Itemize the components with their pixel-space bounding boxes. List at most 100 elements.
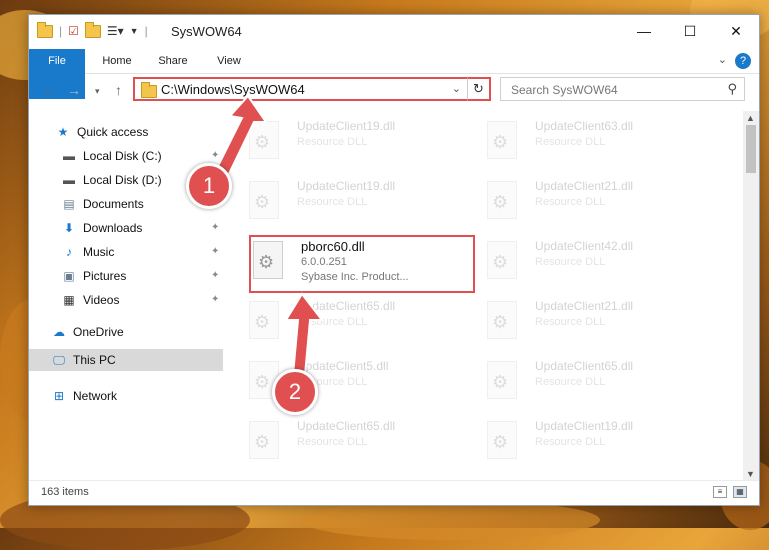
- sidebar-item-quick-access[interactable]: ★ Quick access: [55, 121, 149, 143]
- sidebar-item-pictures[interactable]: ▣ Pictures ✦: [61, 265, 241, 287]
- properties-icon[interactable]: ☑: [68, 24, 79, 38]
- list-item[interactable]: ⚙ UpdateClient65.dll Resource DLL: [249, 419, 479, 469]
- sidebar-item-label: Downloads: [83, 221, 143, 235]
- recent-locations-icon[interactable]: ▾: [95, 86, 100, 97]
- customize-toolbar-icon[interactable]: ☰▾: [107, 24, 124, 38]
- file-name: UpdateClient42.dll: [535, 239, 634, 253]
- sidebar-item-this-pc[interactable]: 🖵 This PC: [29, 349, 223, 371]
- sidebar-item-onedrive[interactable]: ☁ OneDrive: [51, 321, 124, 343]
- file-name: UpdateClient65.dll: [297, 419, 396, 433]
- documents-icon: ▤: [63, 197, 75, 211]
- file-name: UpdateClient19.dll: [535, 419, 634, 433]
- chevron-down-icon[interactable]: ⌄: [452, 82, 461, 95]
- large-icons-view-icon[interactable]: ▦: [733, 486, 747, 498]
- file-name: UpdateClient21.dll: [535, 179, 634, 193]
- navigation-bar: ← → ▾ ↑ C:\Windows\SysWOW64 ⌄ ↻ ⚲: [29, 74, 759, 108]
- dll-file-icon: ⚙: [487, 121, 517, 159]
- file-type: Resource DLL: [297, 436, 368, 448]
- address-bar[interactable]: C:\Windows\SysWOW64 ⌄: [133, 77, 489, 101]
- tab-share[interactable]: Share: [151, 49, 195, 73]
- cloud-icon: ☁: [53, 325, 65, 339]
- up-arrow-icon[interactable]: ↑: [115, 82, 122, 98]
- search-icon[interactable]: ⚲: [727, 81, 737, 97]
- star-icon: ★: [57, 125, 69, 139]
- vertical-scrollbar[interactable]: ▲ ▼: [743, 111, 759, 481]
- gear-icon: ⚙: [492, 372, 509, 392]
- gear-icon: ⚙: [492, 312, 509, 332]
- file-type: Resource DLL: [535, 436, 606, 448]
- list-item[interactable]: ⚙ UpdateClient21.dll Resource DLL: [487, 179, 717, 229]
- gear-icon: ⚙: [492, 432, 509, 452]
- quick-access-toolbar: | ☑ ☰▾ ▼ |: [37, 21, 148, 38]
- search-input[interactable]: [509, 81, 713, 99]
- navigation-pane: ★ Quick access ▬ Local Disk (C:) ✦ ▬ Loc…: [29, 111, 223, 471]
- sidebar-item-downloads[interactable]: ⬇ Downloads ✦: [61, 217, 241, 239]
- callout-badge-1: 1: [186, 163, 232, 209]
- computer-icon: 🖵: [53, 353, 65, 367]
- pin-icon[interactable]: ✦: [211, 289, 219, 311]
- file-type: Resource DLL: [297, 196, 368, 208]
- details-view-icon[interactable]: ≡: [713, 486, 727, 498]
- sidebar-item-label: Music: [83, 245, 115, 259]
- sidebar-item-label: Local Disk (C:): [83, 149, 162, 163]
- file-name: UpdateClient19.dll: [297, 119, 396, 133]
- maximize-button[interactable]: ☐: [667, 15, 713, 47]
- tab-view[interactable]: View: [209, 49, 249, 73]
- forward-arrow-icon[interactable]: →: [67, 82, 81, 98]
- list-item[interactable]: ⚙ UpdateClient19.dll Resource DLL: [487, 419, 717, 469]
- list-item[interactable]: ⚙ UpdateClient42.dll Resource DLL: [487, 239, 717, 289]
- list-item[interactable]: ⚙ UpdateClient63.dll Resource DLL: [487, 119, 717, 169]
- file-name: UpdateClient63.dll: [535, 119, 634, 133]
- file-type: Resource DLL: [535, 376, 606, 388]
- sidebar-item-label: Network: [73, 389, 118, 403]
- window-title: SysWOW64: [171, 24, 242, 39]
- close-button[interactable]: ✕: [713, 15, 759, 47]
- dll-file-icon: ⚙: [487, 421, 517, 459]
- refresh-icon[interactable]: ↻: [467, 77, 491, 101]
- list-item[interactable]: ⚙ UpdateClient19.dll Resource DLL: [249, 179, 479, 229]
- gear-icon: ⚙: [254, 192, 271, 212]
- sidebar-item-label: OneDrive: [73, 325, 124, 339]
- sidebar-item-videos[interactable]: ▦ Videos ✦: [61, 289, 241, 311]
- file-name: UpdateClient19.dll: [297, 179, 396, 193]
- help-icon[interactable]: ?: [735, 53, 751, 69]
- file-type: Resource DLL: [297, 136, 368, 148]
- toolbar-divider: |: [59, 24, 63, 38]
- sidebar-item-label: Quick access: [77, 125, 149, 139]
- dll-file-icon: ⚙: [487, 241, 517, 279]
- sidebar-item-label: Documents: [83, 197, 144, 211]
- sidebar-item-network[interactable]: ⊞ Network: [51, 385, 117, 407]
- chevron-down-icon[interactable]: ⌄: [718, 53, 727, 66]
- pin-icon[interactable]: ✦: [211, 241, 219, 263]
- list-item[interactable]: ⚙ UpdateClient19.dll Resource DLL: [249, 119, 479, 169]
- minimize-button[interactable]: —: [621, 15, 667, 47]
- list-item[interactable]: ⚙ UpdateClient65.dll Resource DLL: [487, 359, 717, 409]
- sidebar-item-label: This PC: [73, 353, 116, 367]
- search-box[interactable]: ⚲: [500, 77, 745, 101]
- scroll-down-icon[interactable]: ▼: [746, 469, 755, 479]
- tab-home[interactable]: Home: [95, 49, 139, 73]
- scroll-up-icon[interactable]: ▲: [746, 113, 755, 123]
- drive-icon: ▬: [63, 149, 75, 163]
- folder-icon: [37, 21, 53, 38]
- item-count: 163 items: [41, 486, 89, 498]
- sidebar-item-music[interactable]: ♪ Music ✦: [61, 241, 241, 263]
- downloads-icon: ⬇: [63, 221, 75, 235]
- title-bar: | ☑ ☰▾ ▼ | SysWOW64 — ☐ ✕: [29, 15, 759, 49]
- gear-icon: ⚙: [492, 192, 509, 212]
- new-folder-icon[interactable]: [84, 21, 101, 38]
- list-item[interactable]: ⚙ UpdateClient21.dll Resource DLL: [487, 299, 717, 349]
- drive-icon: ▬: [63, 173, 75, 187]
- pin-icon[interactable]: ✦: [211, 265, 219, 287]
- dropdown-icon[interactable]: ▼: [130, 26, 139, 36]
- network-icon: ⊞: [53, 389, 65, 403]
- toolbar-divider: |: [144, 24, 148, 38]
- back-arrow-icon[interactable]: ←: [41, 82, 55, 98]
- gear-icon: ⚙: [254, 312, 271, 332]
- sidebar-item-label: Videos: [83, 293, 120, 307]
- file-type: Resource DLL: [535, 256, 606, 268]
- scrollbar-thumb[interactable]: [746, 125, 756, 173]
- pin-icon[interactable]: ✦: [211, 217, 219, 239]
- callout-badge-2: 2: [272, 369, 318, 415]
- sidebar-item-label: Pictures: [83, 269, 127, 283]
